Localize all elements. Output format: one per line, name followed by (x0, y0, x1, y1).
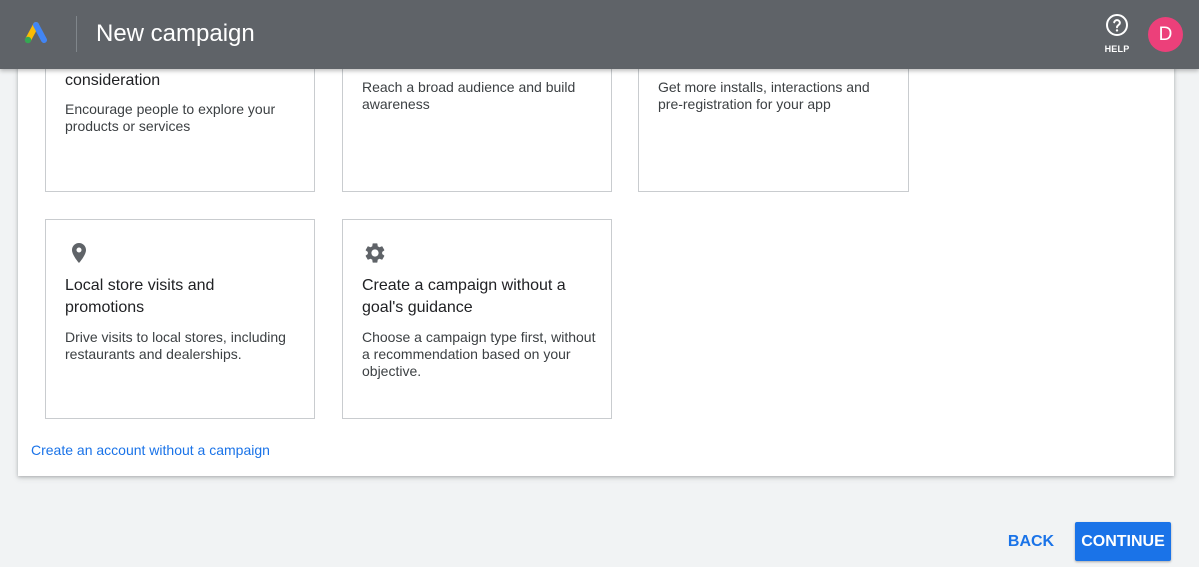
gear-icon (363, 241, 387, 265)
goal-card-consideration[interactable]: consideration Encourage people to explor… (45, 50, 315, 192)
back-button[interactable]: BACK (1002, 523, 1060, 561)
google-ads-logo-icon[interactable] (22, 22, 50, 46)
help-label: HELP (1104, 44, 1130, 54)
create-account-without-campaign-link[interactable]: Create an account without a campaign (31, 442, 270, 459)
continue-button[interactable]: CONTINUE (1075, 522, 1171, 561)
goal-card-app-promotion[interactable]: Get more installs, interactions and pre-… (638, 50, 909, 192)
goal-card-description: Reach a broad audience and build awarene… (362, 79, 576, 112)
help-icon (1105, 13, 1129, 37)
goal-card-title: consideration (65, 72, 161, 89)
goal-card-description: Encourage people to explore your product… (65, 101, 276, 134)
goal-card-description: Get more installs, interactions and pre-… (658, 79, 870, 112)
app-header: New campaign HELP D (0, 0, 1199, 69)
goal-card-local-store-visits[interactable]: Local store visits and promotions Drive … (45, 219, 315, 419)
page-title: New campaign (96, 20, 255, 47)
avatar[interactable]: D (1148, 17, 1183, 52)
header-divider (76, 16, 77, 52)
goal-card-description: Choose a campaign type first, without a … (362, 329, 596, 379)
help-button[interactable]: HELP (1100, 13, 1134, 57)
goal-card-awareness[interactable]: Reach a broad audience and build awarene… (342, 50, 612, 192)
goal-card-title: Create a campaign without a goal's guida… (362, 277, 566, 316)
goal-selection-panel: consideration Encourage people to explor… (18, 0, 1174, 476)
goal-card-description: Drive visits to local stores, including … (65, 329, 286, 362)
goal-card-title: Local store visits and promotions (65, 277, 215, 316)
goal-card-no-guidance[interactable]: Create a campaign without a goal's guida… (342, 219, 612, 419)
location-pin-icon (67, 241, 91, 265)
